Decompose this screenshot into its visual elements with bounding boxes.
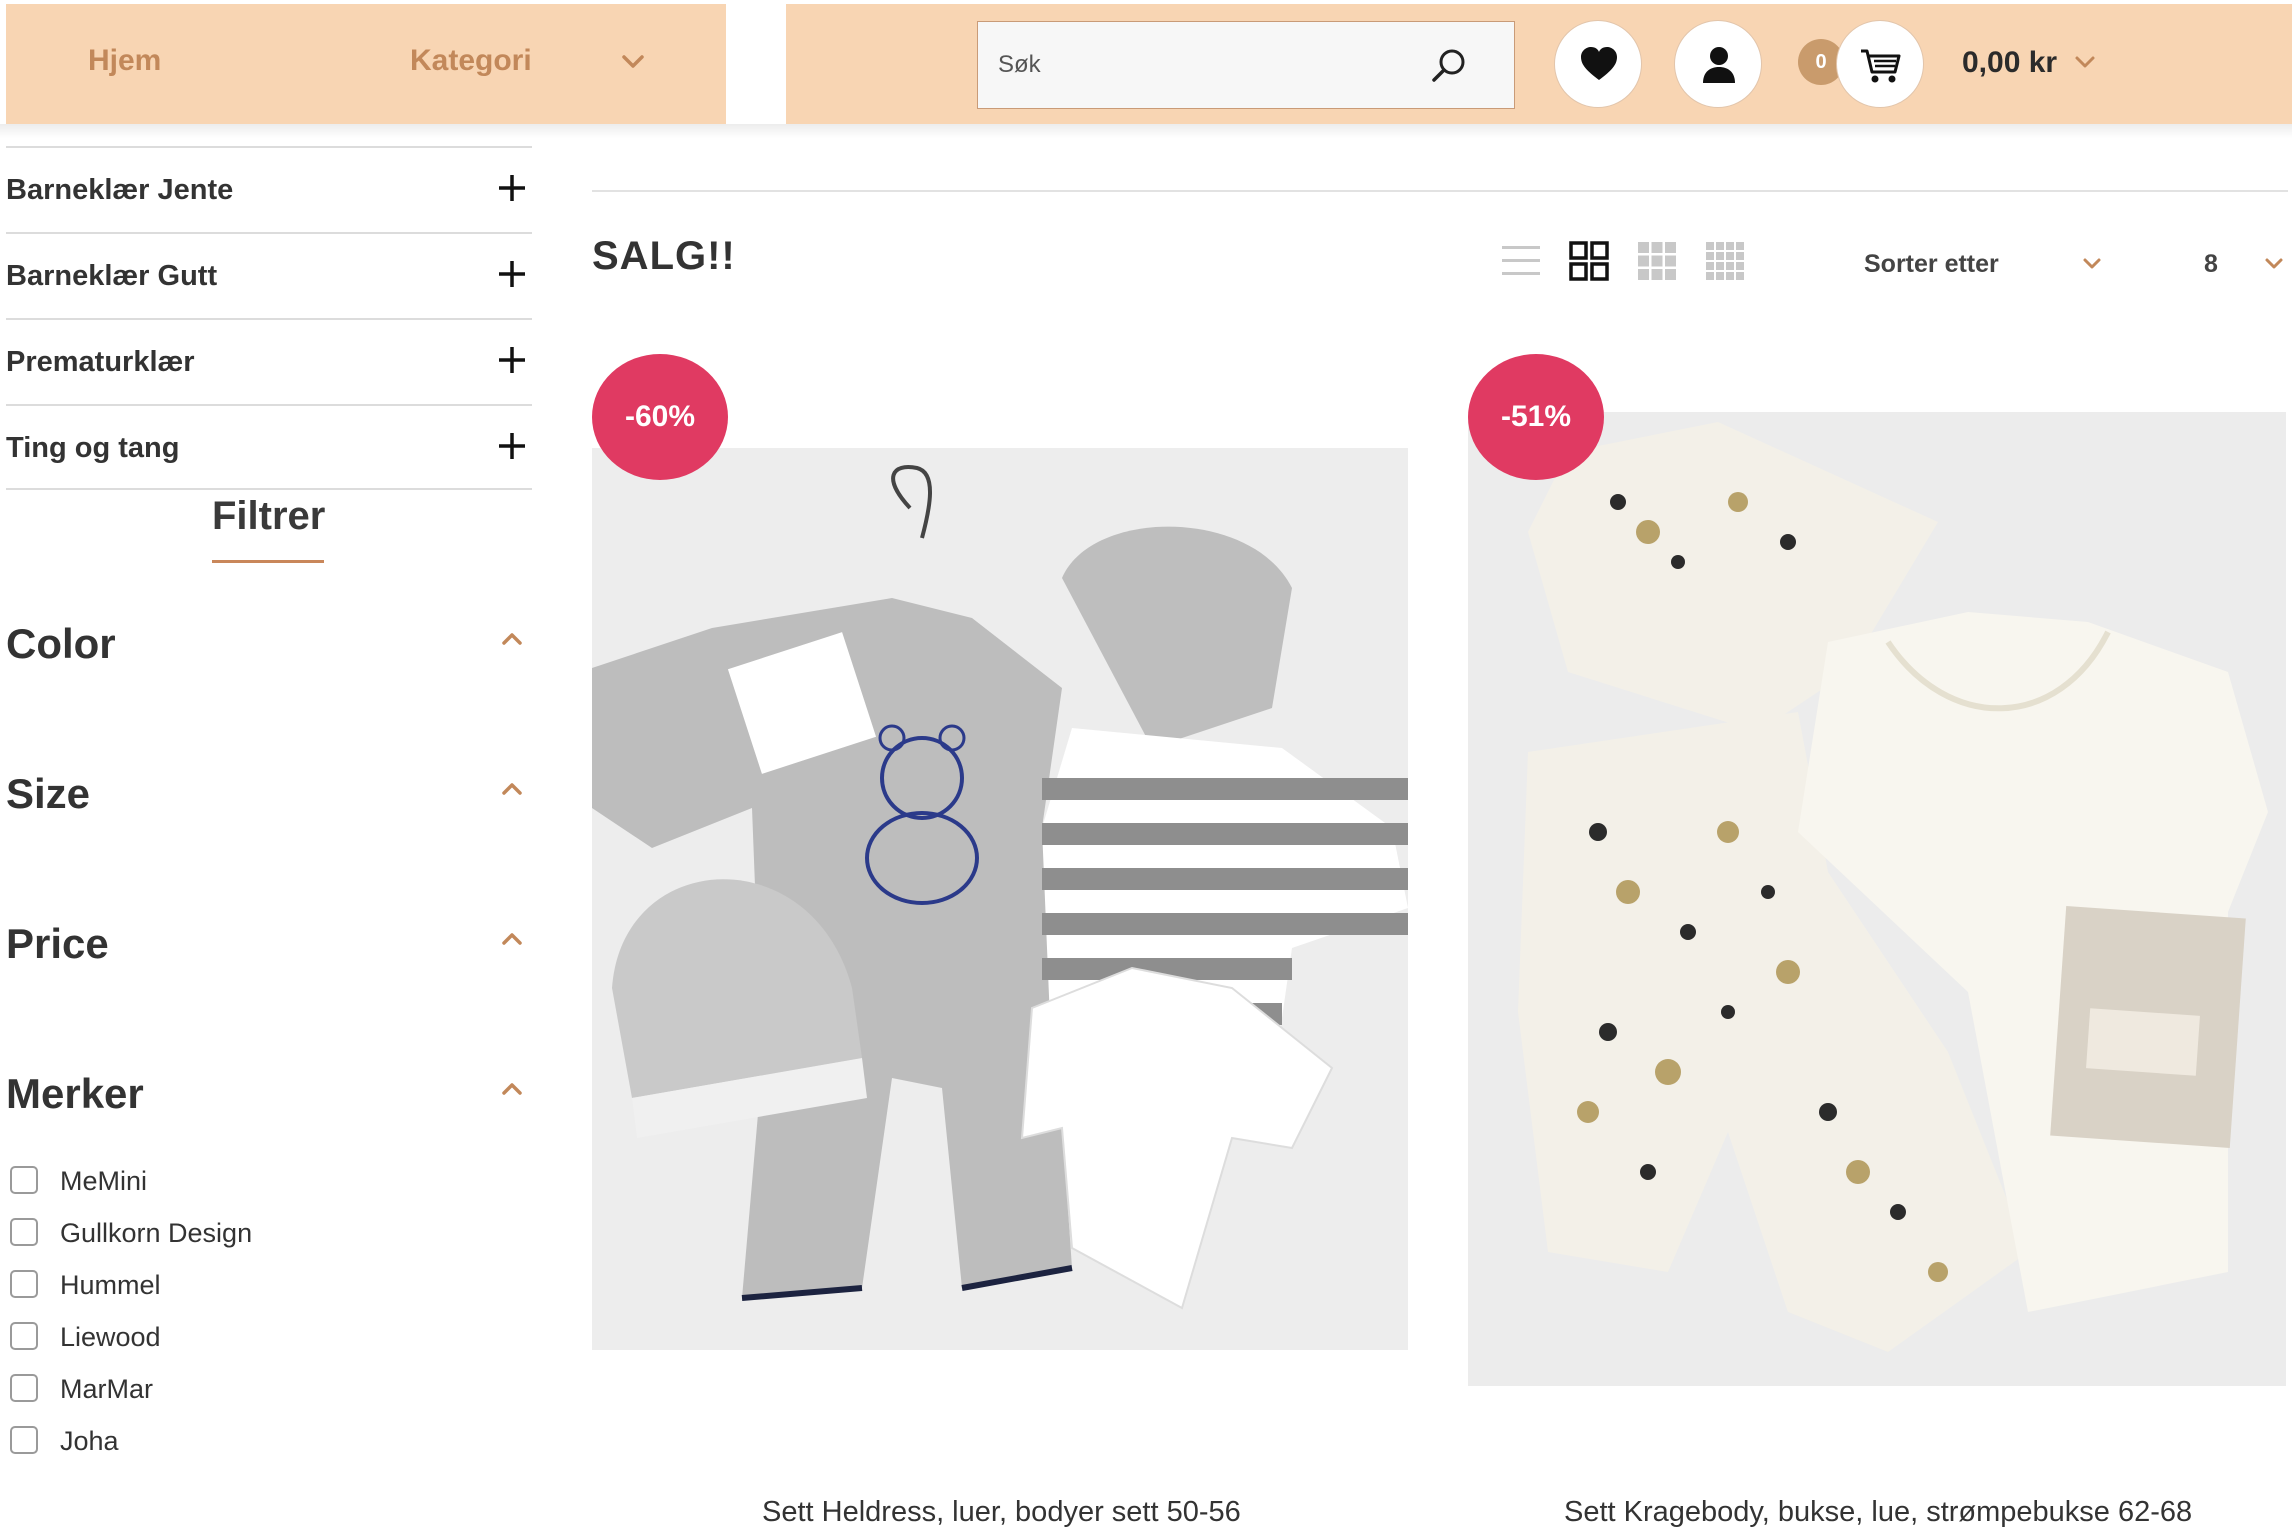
content-divider xyxy=(592,190,2288,192)
discount-badge: -60% xyxy=(592,354,728,480)
discount-badge: -51% xyxy=(1468,354,1604,480)
brand-label: MeMini xyxy=(60,1166,148,1196)
product-image[interactable] xyxy=(592,448,1408,1350)
category-label: Barneklær Jente xyxy=(6,174,234,206)
category-item[interactable]: Barneklær Jente xyxy=(6,146,532,232)
product-photo-illustration xyxy=(1468,412,2286,1386)
facet-size[interactable]: Size xyxy=(6,766,532,826)
category-item[interactable]: Barneklær Gutt xyxy=(6,232,532,318)
facet-label: Size xyxy=(6,770,91,817)
facet-label: Color xyxy=(6,620,116,667)
plus-icon[interactable] xyxy=(496,172,528,204)
grid-4-icon[interactable] xyxy=(1704,240,1746,282)
cart-button[interactable] xyxy=(1836,20,1924,108)
search-input[interactable] xyxy=(998,22,1418,108)
plus-icon[interactable] xyxy=(496,430,528,462)
grid-2-icon[interactable] xyxy=(1568,240,1610,282)
category-label: Barneklær Gutt xyxy=(6,260,218,292)
chevron-up-icon[interactable] xyxy=(500,930,524,948)
category-item[interactable]: Prematurklær xyxy=(6,318,532,404)
chevron-down-icon[interactable] xyxy=(620,52,646,72)
cart-total[interactable]: 0,00 kr xyxy=(1962,46,2057,80)
user-icon xyxy=(1703,47,1735,83)
header-shadow xyxy=(0,124,2292,138)
plus-icon[interactable] xyxy=(496,258,528,290)
category-list: Barneklær Jente Barneklær Gutt Prematurk… xyxy=(6,146,532,490)
chevron-down-icon[interactable] xyxy=(2082,256,2102,272)
facet-label: Merker xyxy=(6,1070,144,1117)
grid-3-icon[interactable] xyxy=(1636,240,1678,282)
brand-label: Joha xyxy=(60,1426,119,1456)
brand-checkbox[interactable] xyxy=(10,1218,38,1246)
brand-checkbox[interactable] xyxy=(10,1166,38,1194)
list-view-icon[interactable] xyxy=(1500,240,1542,282)
header-gap xyxy=(726,4,786,124)
page-title: SALG!! xyxy=(592,234,736,278)
per-page-select[interactable]: 8 xyxy=(2204,250,2218,279)
facet-color[interactable]: Color xyxy=(6,616,532,676)
brand-checkbox[interactable] xyxy=(10,1374,38,1402)
brand-label: MarMar xyxy=(60,1374,153,1404)
account-button[interactable] xyxy=(1674,20,1762,108)
chevron-up-icon[interactable] xyxy=(500,1080,524,1098)
plus-icon[interactable] xyxy=(496,344,528,376)
facet-brands[interactable]: Merker xyxy=(6,1066,532,1126)
chevron-up-icon[interactable] xyxy=(500,780,524,798)
nav-home-link[interactable]: Hjem xyxy=(88,44,161,78)
chevron-up-icon[interactable] xyxy=(500,630,524,648)
brand-label: Liewood xyxy=(60,1322,161,1352)
brand-checkbox[interactable] xyxy=(10,1270,38,1298)
category-label: Prematurklær xyxy=(6,346,195,378)
filter-title: Filtrer xyxy=(212,494,326,538)
cart-icon xyxy=(1861,49,1901,83)
brand-checkbox[interactable] xyxy=(10,1322,38,1350)
facet-label: Price xyxy=(6,920,109,967)
brand-checkbox[interactable] xyxy=(10,1426,38,1454)
product-image[interactable] xyxy=(1468,412,2286,1386)
chevron-down-icon[interactable] xyxy=(2264,256,2284,272)
product-name[interactable]: Sett Heldress, luer, bodyer sett 50-56 xyxy=(762,1496,1241,1529)
search-box xyxy=(977,21,1515,109)
filter-underline xyxy=(212,560,324,563)
brand-label: Gullkorn Design xyxy=(60,1218,253,1248)
nav-category-link[interactable]: Kategori xyxy=(410,44,532,78)
sort-select[interactable]: Sorter etter xyxy=(1864,250,1999,279)
category-item[interactable]: Ting og tang xyxy=(6,404,532,490)
product-photo-illustration xyxy=(592,448,1408,1350)
product-name[interactable]: Sett Kragebody, bukse, lue, strømpebukse… xyxy=(1564,1496,2192,1529)
category-label: Ting og tang xyxy=(6,432,180,464)
brand-label: Hummel xyxy=(60,1270,161,1300)
wishlist-button[interactable] xyxy=(1554,20,1642,108)
chevron-down-icon[interactable] xyxy=(2074,54,2096,72)
heart-icon xyxy=(1581,47,1617,80)
facet-price[interactable]: Price xyxy=(6,916,532,976)
search-icon[interactable] xyxy=(1425,42,1473,90)
